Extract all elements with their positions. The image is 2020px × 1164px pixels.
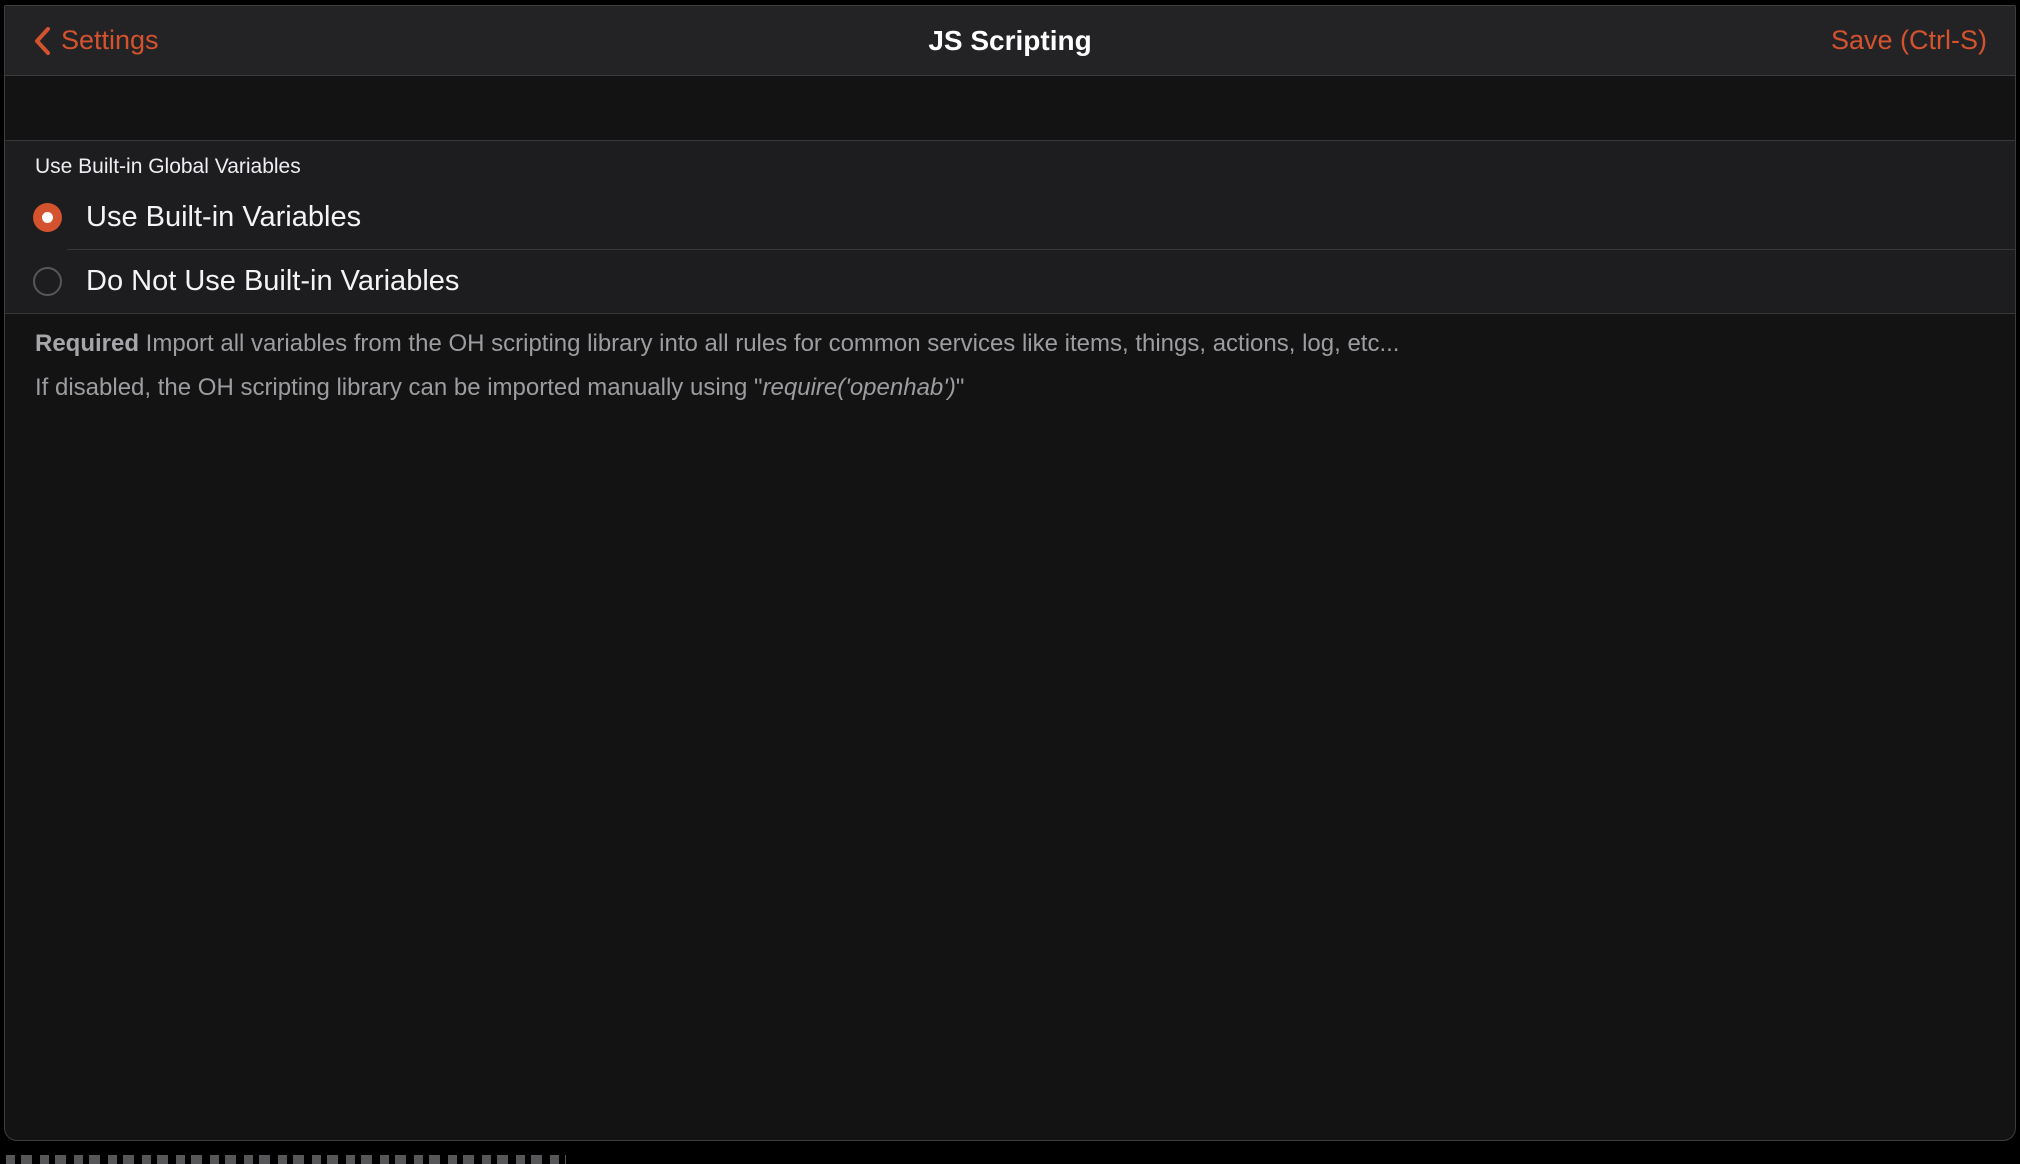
page-title: JS Scripting xyxy=(5,25,2015,57)
navbar: Settings JS Scripting Save (Ctrl-S) xyxy=(5,6,2015,76)
radio-icon[interactable] xyxy=(33,267,62,296)
page-spacer xyxy=(5,76,2015,140)
back-button-settings[interactable]: Settings xyxy=(33,25,159,56)
description-line-1: Required Import all variables from the O… xyxy=(35,328,1985,360)
description-line-2-code: require('openhab') xyxy=(763,374,956,401)
background-clipped-text xyxy=(6,1155,566,1164)
description-line-1-text: Import all variables from the OH scripti… xyxy=(139,330,1399,357)
radio-icon[interactable] xyxy=(33,203,62,232)
radio-dot xyxy=(42,212,53,223)
radio-option-label: Use Built-in Variables xyxy=(86,201,361,234)
radio-option-use-builtin-variables[interactable]: Use Built-in Variables xyxy=(5,185,2015,249)
group-label: Use Built-in Global Variables xyxy=(5,141,2015,185)
setting-description: Required Import all variables from the O… xyxy=(5,314,2015,404)
radio-option-label: Do Not Use Built-in Variables xyxy=(86,265,459,298)
back-button-label: Settings xyxy=(61,25,159,56)
js-scripting-settings-popup: Settings JS Scripting Save (Ctrl-S) Use … xyxy=(4,5,2016,1141)
description-line-2-suffix: " xyxy=(956,374,965,401)
description-line-2-prefix: If disabled, the OH scripting library ca… xyxy=(35,374,763,401)
required-label: Required xyxy=(35,330,139,357)
description-line-2: If disabled, the OH scripting library ca… xyxy=(35,372,1985,404)
radio-option-do-not-use-builtin-variables[interactable]: Do Not Use Built-in Variables xyxy=(5,249,2015,313)
save-button[interactable]: Save (Ctrl-S) xyxy=(1831,25,1987,56)
builtin-variables-list: Use Built-in Global Variables Use Built-… xyxy=(5,140,2015,314)
chevron-left-icon xyxy=(33,26,51,56)
